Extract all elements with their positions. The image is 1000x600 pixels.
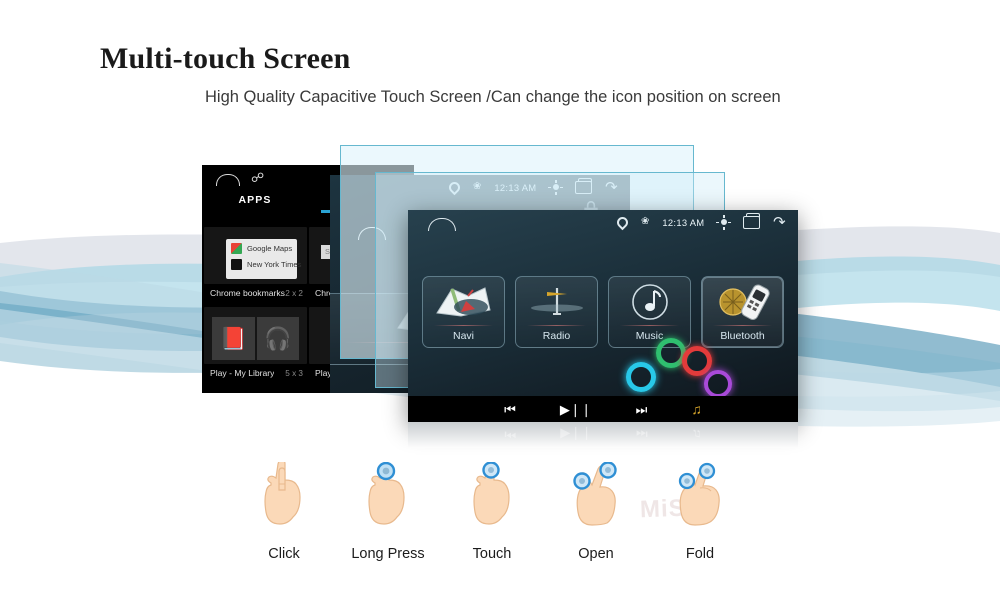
widget-preview: 📕 🎧 (204, 307, 307, 364)
home-icon[interactable] (428, 218, 456, 231)
app-tile-music[interactable]: Music (608, 276, 691, 348)
tile-divider (434, 325, 493, 326)
front-app-tiles: Navi Radio Music Bluetooth (422, 276, 784, 348)
widget-name: Chrome bookmarks (210, 288, 285, 298)
recents-icon[interactable] (743, 212, 761, 229)
status-clock: 12:13 AM (662, 216, 705, 228)
bluetooth-icon: ❀ (641, 216, 650, 227)
widget-cell-chrome-bookmarks[interactable]: Google Maps New York Times Chrome bookma… (204, 227, 307, 305)
play-library-preview: 📕 🎧 (212, 317, 299, 360)
headphones-icon: 🎧 (256, 317, 299, 360)
music-note-icon (609, 282, 690, 322)
reflection-play-pause-icon: ▶❘❘ (560, 427, 593, 443)
widget-cell-play-my-library[interactable]: 📕 🎧 Play - My Library 5 x 3 (204, 307, 307, 385)
hand-fold-icon (666, 462, 734, 528)
hand-click-icon (250, 459, 318, 528)
usb-icon: ☍ (251, 170, 265, 185)
bookmark-row: Google Maps (231, 243, 292, 254)
widget-size: 5 x 3 (285, 368, 303, 378)
gesture-label: Open (578, 546, 614, 562)
bookmarks-card: Google Maps New York Times (226, 239, 301, 279)
media-play-pause-button[interactable]: ▶❘❘ (560, 403, 592, 416)
gesture-open: Open (544, 461, 648, 568)
front-statusbar: ❀ 12:13 AM ↶ (408, 210, 798, 234)
widget-caption: Play - My Library 5 x 3 (204, 364, 307, 385)
front-car-ui-screen[interactable]: ❀ 12:13 AM ↶ Navi Radio Music Bluetooth … (408, 210, 798, 422)
screen-reflection: ⏮ ▶❘❘ ⏭ ♫ (408, 422, 798, 448)
widget-preview: Google Maps New York Times (204, 227, 307, 284)
bookmark-row: New York Times (231, 259, 301, 270)
tile-label: Bluetooth (720, 330, 765, 342)
location-pin-icon (614, 214, 631, 230)
reflection-music-note-icon: ♫ (691, 427, 702, 443)
gesture-label: Click (268, 546, 300, 562)
gesture-long-press: Long Press (336, 461, 440, 568)
hand-open-icon (562, 461, 630, 528)
map-icon (423, 282, 504, 322)
hand-touch-icon (458, 461, 526, 528)
tile-divider (620, 325, 679, 326)
page-root: Multi-touch Screen High Quality Capaciti… (0, 0, 1000, 600)
screens-group: ☍ APPS WIDGETS Google Maps (0, 0, 1000, 470)
gesture-touch: Touch (440, 461, 544, 568)
bookmark-label: New York Times (247, 260, 302, 269)
widget-size: 2 x 2 (285, 288, 303, 298)
touch-ring-red (682, 346, 712, 376)
front-status-icons: ❀ 12:13 AM ↶ (614, 210, 786, 234)
tile-label: Navi (452, 330, 474, 342)
gesture-fold: Fold (648, 462, 752, 568)
app-tile-navi[interactable]: Navi (422, 276, 505, 348)
app-tile-radio[interactable]: Radio (515, 276, 598, 348)
media-next-button[interactable]: ⏭ (636, 403, 648, 416)
google-maps-icon (231, 243, 242, 254)
nytimes-icon (231, 259, 242, 270)
touch-ring-purple (704, 370, 732, 398)
radio-tower-icon (516, 282, 597, 322)
tile-label: Radio (542, 330, 571, 342)
gesture-label: Fold (685, 546, 715, 562)
media-music-note-button[interactable]: ♫ (691, 402, 702, 416)
gesture-click: Click (232, 459, 336, 568)
app-tile-bluetooth[interactable]: Bluetooth (701, 276, 784, 348)
media-previous-button[interactable]: ⏮ (504, 403, 516, 416)
bluetooth-phone-icon (702, 282, 783, 322)
gesture-label: Touch (472, 546, 512, 562)
reflection-previous-icon: ⏮ (504, 427, 517, 443)
bookmark-label: Google Maps (247, 244, 293, 253)
gesture-label: Long Press (351, 546, 425, 562)
tile-divider (713, 325, 772, 326)
book-icon: 📕 (212, 317, 255, 360)
tile-divider (527, 325, 586, 326)
home-icon[interactable] (216, 174, 240, 186)
widget-caption: Chrome bookmarks 2 x 2 (204, 284, 307, 305)
tab-apps[interactable]: APPS (202, 194, 308, 213)
brightness-icon[interactable] (716, 214, 732, 230)
gesture-list: Click Long Press Touch Open Fold (232, 459, 752, 568)
reflection-next-icon: ⏭ (636, 427, 648, 443)
touch-ring-cyan (626, 362, 656, 392)
media-control-bar: ⏮ ▶❘❘ ⏭ ♫ (408, 396, 798, 422)
back-arrow-icon[interactable]: ↶ (773, 214, 786, 231)
widget-name: Play - My Library (210, 368, 275, 378)
hand-long-press-icon (354, 461, 422, 528)
